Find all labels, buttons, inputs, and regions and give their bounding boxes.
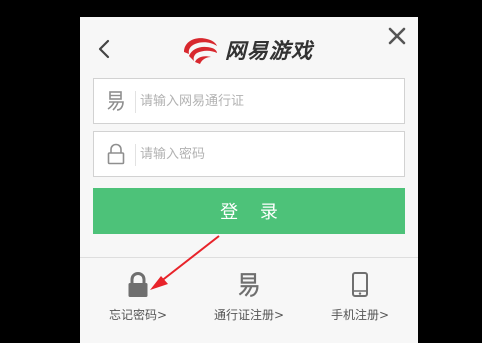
chevron-left-icon (98, 39, 110, 59)
password-input[interactable] (140, 132, 398, 176)
password-field (93, 131, 405, 177)
netease-yi-icon (104, 88, 128, 114)
netease-yi-icon (234, 270, 264, 300)
phone-register-label: 手机注册> (330, 308, 390, 322)
lock-icon (123, 270, 153, 300)
field-divider (135, 144, 136, 166)
phone-register-link[interactable]: 手机注册> (304, 270, 416, 332)
close-icon (388, 27, 406, 45)
passport-register-link[interactable]: 通行证注册> (193, 270, 305, 332)
phone-icon (345, 270, 375, 300)
lock-outline-icon (104, 141, 128, 167)
netease-swirl-icon (184, 38, 217, 64)
netease-games-logo: 网易游戏 (180, 33, 313, 67)
login-dialog: 网易游戏 登 录 (80, 17, 418, 343)
close-button[interactable] (385, 24, 409, 48)
passport-register-label: 通行证注册> (213, 308, 285, 322)
account-input[interactable] (140, 79, 398, 123)
back-button[interactable] (93, 36, 115, 62)
forgot-password-link[interactable]: 忘记密码> (82, 270, 194, 332)
account-field (93, 78, 405, 124)
login-button[interactable]: 登 录 (93, 188, 405, 234)
bottom-divider (80, 257, 418, 258)
forgot-password-label: 忘记密码> (108, 308, 168, 322)
field-divider (135, 91, 136, 113)
logo-text: 网易游戏 (225, 39, 313, 63)
